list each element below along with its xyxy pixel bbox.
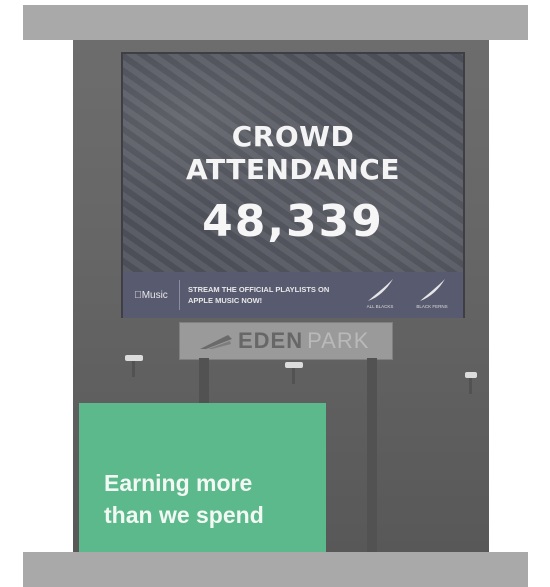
black-ferns-badge: BLACK FERNS	[412, 277, 452, 313]
floodlight-post	[132, 361, 135, 377]
bottom-frame-bar	[23, 552, 528, 587]
badge-label: ALL BLACKS	[366, 304, 394, 309]
sign-word-eden: EDEN	[238, 328, 304, 353]
sponsor-strip: Music STREAM THE OFFICIAL PLAYLISTS ON …	[123, 272, 463, 318]
sign-post-right	[367, 358, 377, 555]
top-frame-bar	[23, 5, 528, 40]
eden-park-logo-icon	[200, 335, 232, 349]
floodlight-post	[292, 368, 295, 384]
caption-line-2: than we spend	[104, 502, 264, 528]
scoreboard-title: CROWD ATTENDANCE	[186, 120, 400, 186]
sign-word-park: PARK	[307, 328, 370, 353]
scoreboard: CROWD ATTENDANCE 48,339 Music STREAM TH…	[121, 52, 465, 318]
caption-line-1: Earning more	[104, 470, 253, 496]
silver-fern-icon	[420, 279, 445, 301]
sponsor-message: STREAM THE OFFICIAL PLAYLISTS ON APPLE M…	[188, 285, 330, 305]
badge-label: BLACK FERNS	[416, 304, 448, 309]
all-blacks-badge: ALL BLACKS	[360, 277, 400, 313]
strip-divider	[179, 280, 180, 310]
caption-text: Earning more than we spend	[104, 467, 264, 531]
silver-fern-icon	[368, 279, 393, 301]
floodlight-post	[469, 378, 472, 394]
apple-music-logo: Music	[134, 289, 168, 301]
attendance-number: 48,339	[202, 196, 384, 247]
eden-park-sign: EDEN PARK	[179, 322, 393, 360]
